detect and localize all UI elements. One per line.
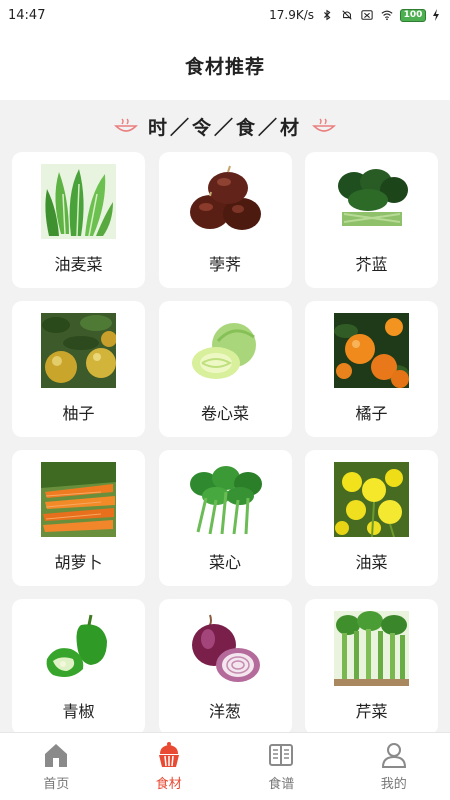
kale-photo <box>334 164 409 239</box>
food-card[interactable]: 洋葱 <box>158 599 292 735</box>
status-time: 14:47 <box>8 7 46 23</box>
food-label: 柚子 <box>62 404 95 423</box>
water-chestnut-photo <box>187 164 263 239</box>
food-label: 芹菜 <box>355 702 388 721</box>
food-card[interactable]: 菜心 <box>158 450 292 586</box>
food-card[interactable]: 油麦菜 <box>12 152 145 288</box>
food-card[interactable]: 芹菜 <box>305 599 438 735</box>
green-pepper-photo <box>41 611 116 686</box>
steam-bowl-icon <box>312 118 336 132</box>
food-card[interactable]: 卷心菜 <box>158 301 292 437</box>
food-card[interactable]: 油菜 <box>305 450 438 586</box>
battery-icon: 100 <box>400 8 426 22</box>
section-title: 时／令／食／材 <box>147 116 302 139</box>
pomelo-photo <box>41 313 116 388</box>
mute-icon <box>342 10 352 20</box>
section-banner: 时／令／食／材 <box>0 108 450 144</box>
food-card[interactable]: 橘子 <box>305 301 438 437</box>
steam-bowl-icon <box>114 118 138 132</box>
carrot-photo <box>41 462 116 537</box>
food-label: 胡萝卜 <box>54 553 103 572</box>
home-icon <box>45 744 68 767</box>
tab-profile[interactable]: 我的 <box>338 733 450 800</box>
recipe-book-icon <box>269 744 294 766</box>
leafy-greens-photo <box>41 164 116 239</box>
tab-recipes[interactable]: 食谱 <box>225 733 338 800</box>
bottom-tab-bar: 首页 食材 食谱 我的 <box>0 732 450 800</box>
food-label: 卷心菜 <box>200 404 249 423</box>
tab-label: 食材 <box>155 777 182 792</box>
food-label: 菜心 <box>208 553 241 572</box>
status-icons: 17.9K/s 100 <box>269 8 440 22</box>
wifi-icon <box>381 10 393 21</box>
choy-sum-photo <box>187 462 263 537</box>
status-bar: 14:47 17.9K/s 100 <box>0 0 450 30</box>
cupcake-icon <box>158 742 179 767</box>
tab-label: 首页 <box>43 777 70 792</box>
cabbage-photo <box>187 313 263 388</box>
celery-photo <box>334 611 409 686</box>
food-label: 青椒 <box>62 702 95 721</box>
network-speed: 17.9K/s <box>269 8 314 22</box>
page-title: 食材推荐 <box>184 55 265 78</box>
app-header: 食材推荐 <box>0 30 450 100</box>
food-label: 荸荠 <box>208 255 241 274</box>
food-label: 油麦菜 <box>54 255 103 274</box>
rapeseed-flower-photo <box>334 462 409 537</box>
food-card[interactable]: 荸荠 <box>158 152 292 288</box>
food-card[interactable]: 青椒 <box>12 599 145 735</box>
food-card[interactable]: 胡萝卜 <box>12 450 145 586</box>
food-card[interactable]: 柚子 <box>12 301 145 437</box>
tab-ingredients[interactable]: 食材 <box>113 733 226 800</box>
tangerine-photo <box>334 313 409 388</box>
tab-label: 食谱 <box>268 777 295 792</box>
tab-label: 我的 <box>380 777 407 792</box>
tab-home[interactable]: 首页 <box>0 733 113 800</box>
bluetooth-icon <box>324 9 331 21</box>
food-label: 橘子 <box>355 404 388 423</box>
user-icon <box>381 743 406 768</box>
food-label: 洋葱 <box>208 702 241 721</box>
charging-icon <box>433 9 439 21</box>
onion-photo <box>187 611 263 686</box>
food-grid: 油麦菜 荸荠 芥蓝 柚子 卷心菜 橘子 胡萝卜 菜心 油菜 青椒 洋葱 芹菜 <box>12 152 438 735</box>
food-label: 芥蓝 <box>355 255 388 274</box>
sim-icon <box>361 10 373 20</box>
food-card[interactable]: 芥蓝 <box>305 152 438 288</box>
food-label: 油菜 <box>355 553 388 572</box>
